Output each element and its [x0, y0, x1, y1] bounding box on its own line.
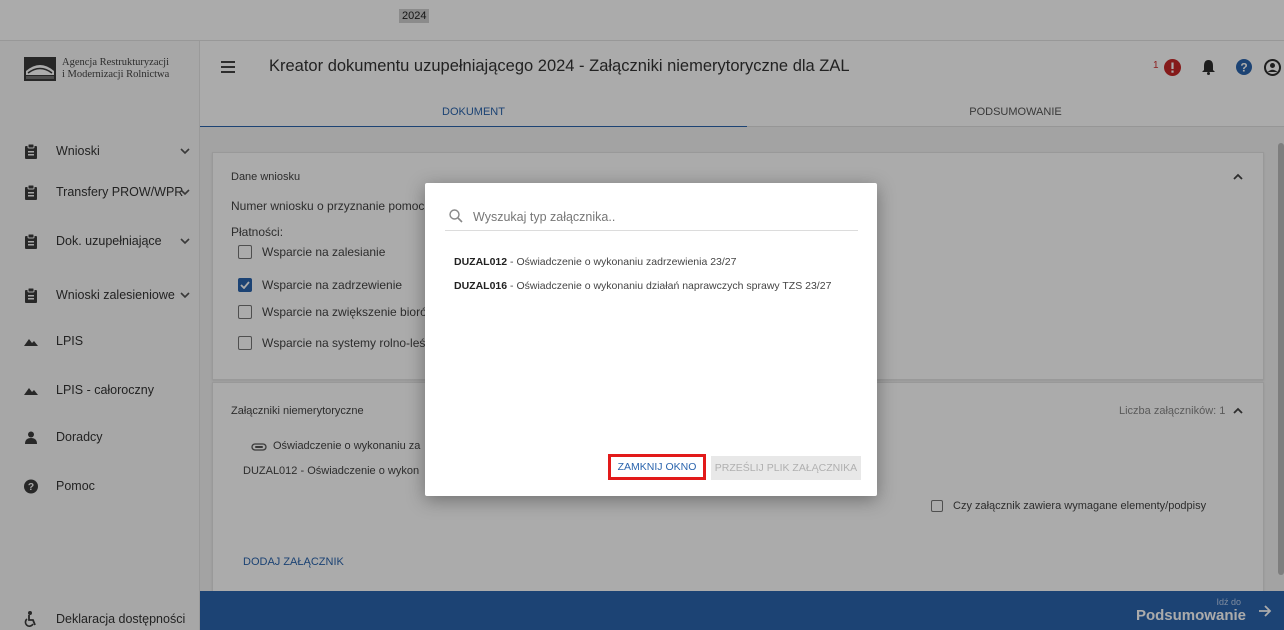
search-field[interactable]	[445, 203, 858, 231]
option-code: DUZAL012	[454, 256, 508, 268]
attachment-type-option[interactable]: DUZAL012 - Oświadczenie o wykonaniu zadr…	[454, 256, 849, 268]
upload-attachment-button[interactable]: PRZEŚLIJ PLIK ZAŁĄCZNIKA	[711, 456, 861, 480]
option-text: - Oświadczenie o wykonaniu zadrzewienia …	[507, 256, 737, 268]
option-code: DUZAL016	[454, 280, 508, 292]
search-icon	[449, 209, 463, 223]
attachment-type-dialog: DUZAL012 - Oświadczenie o wykonaniu zadr…	[425, 183, 877, 496]
search-input[interactable]	[473, 207, 853, 227]
attachment-type-option[interactable]: DUZAL016 - Oświadczenie o wykonaniu dzia…	[454, 280, 849, 292]
close-dialog-button[interactable]: ZAMKNIJ OKNO	[608, 454, 706, 480]
option-text: - Oświadczenie o wykonaniu działań napra…	[507, 280, 832, 292]
